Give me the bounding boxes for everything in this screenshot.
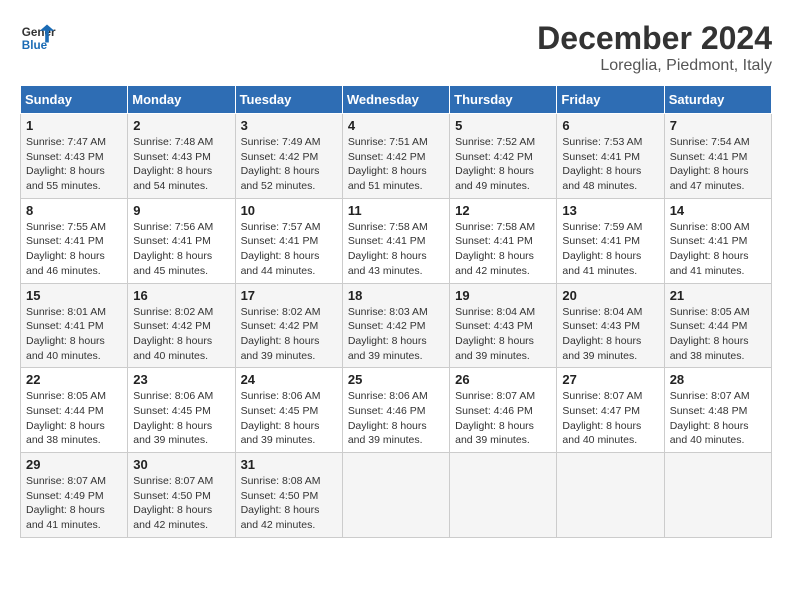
- header-sunday: Sunday: [21, 86, 128, 114]
- day-26: 26 Sunrise: 8:07 AMSunset: 4:46 PMDaylig…: [450, 368, 557, 453]
- calendar-table: Sunday Monday Tuesday Wednesday Thursday…: [20, 85, 772, 538]
- week-3: 15 Sunrise: 8:01 AMSunset: 4:41 PMDaylig…: [21, 283, 772, 368]
- week-1: 1 Sunrise: 7:47 AMSunset: 4:43 PMDayligh…: [21, 114, 772, 199]
- day-3: 3 Sunrise: 7:49 AMSunset: 4:42 PMDayligh…: [235, 114, 342, 199]
- day-18: 18 Sunrise: 8:03 AMSunset: 4:42 PMDaylig…: [342, 283, 449, 368]
- day-10: 10 Sunrise: 7:57 AMSunset: 4:41 PMDaylig…: [235, 198, 342, 283]
- header-wednesday: Wednesday: [342, 86, 449, 114]
- header-monday: Monday: [128, 86, 235, 114]
- day-19: 19 Sunrise: 8:04 AMSunset: 4:43 PMDaylig…: [450, 283, 557, 368]
- day-23: 23 Sunrise: 8:06 AMSunset: 4:45 PMDaylig…: [128, 368, 235, 453]
- title-area: December 2024 Loreglia, Piedmont, Italy: [537, 20, 772, 75]
- day-27: 27 Sunrise: 8:07 AMSunset: 4:47 PMDaylig…: [557, 368, 664, 453]
- day-12: 12 Sunrise: 7:58 AMSunset: 4:41 PMDaylig…: [450, 198, 557, 283]
- day-6: 6 Sunrise: 7:53 AMSunset: 4:41 PMDayligh…: [557, 114, 664, 199]
- day-5: 5 Sunrise: 7:52 AMSunset: 4:42 PMDayligh…: [450, 114, 557, 199]
- header-saturday: Saturday: [664, 86, 771, 114]
- calendar-header-row: Sunday Monday Tuesday Wednesday Thursday…: [21, 86, 772, 114]
- day-29: 29 Sunrise: 8:07 AMSunset: 4:49 PMDaylig…: [21, 453, 128, 538]
- week-4: 22 Sunrise: 8:05 AMSunset: 4:44 PMDaylig…: [21, 368, 772, 453]
- week-2: 8 Sunrise: 7:55 AMSunset: 4:41 PMDayligh…: [21, 198, 772, 283]
- day-13: 13 Sunrise: 7:59 AMSunset: 4:41 PMDaylig…: [557, 198, 664, 283]
- day-22: 22 Sunrise: 8:05 AMSunset: 4:44 PMDaylig…: [21, 368, 128, 453]
- day-21: 21 Sunrise: 8:05 AMSunset: 4:44 PMDaylig…: [664, 283, 771, 368]
- day-28: 28 Sunrise: 8:07 AMSunset: 4:48 PMDaylig…: [664, 368, 771, 453]
- day-9: 9 Sunrise: 7:56 AMSunset: 4:41 PMDayligh…: [128, 198, 235, 283]
- day-25: 25 Sunrise: 8:06 AMSunset: 4:46 PMDaylig…: [342, 368, 449, 453]
- day-2: 2 Sunrise: 7:48 AMSunset: 4:43 PMDayligh…: [128, 114, 235, 199]
- logo: General Blue: [20, 20, 56, 56]
- header-thursday: Thursday: [450, 86, 557, 114]
- svg-text:Blue: Blue: [22, 39, 48, 52]
- day-11: 11 Sunrise: 7:58 AMSunset: 4:41 PMDaylig…: [342, 198, 449, 283]
- week-5: 29 Sunrise: 8:07 AMSunset: 4:49 PMDaylig…: [21, 453, 772, 538]
- day-17: 17 Sunrise: 8:02 AMSunset: 4:42 PMDaylig…: [235, 283, 342, 368]
- day-15: 15 Sunrise: 8:01 AMSunset: 4:41 PMDaylig…: [21, 283, 128, 368]
- day-31: 31 Sunrise: 8:08 AMSunset: 4:50 PMDaylig…: [235, 453, 342, 538]
- page-title: December 2024: [537, 20, 772, 57]
- empty-cell-4: [664, 453, 771, 538]
- empty-cell-2: [450, 453, 557, 538]
- header: General Blue December 2024 Loreglia, Pie…: [20, 20, 772, 75]
- day-8: 8 Sunrise: 7:55 AMSunset: 4:41 PMDayligh…: [21, 198, 128, 283]
- empty-cell-3: [557, 453, 664, 538]
- day-20: 20 Sunrise: 8:04 AMSunset: 4:43 PMDaylig…: [557, 283, 664, 368]
- day-4: 4 Sunrise: 7:51 AMSunset: 4:42 PMDayligh…: [342, 114, 449, 199]
- day-1: 1 Sunrise: 7:47 AMSunset: 4:43 PMDayligh…: [21, 114, 128, 199]
- logo-icon: General Blue: [20, 20, 56, 56]
- header-friday: Friday: [557, 86, 664, 114]
- day-14: 14 Sunrise: 8:00 AMSunset: 4:41 PMDaylig…: [664, 198, 771, 283]
- day-30: 30 Sunrise: 8:07 AMSunset: 4:50 PMDaylig…: [128, 453, 235, 538]
- day-24: 24 Sunrise: 8:06 AMSunset: 4:45 PMDaylig…: [235, 368, 342, 453]
- day-16: 16 Sunrise: 8:02 AMSunset: 4:42 PMDaylig…: [128, 283, 235, 368]
- empty-cell-1: [342, 453, 449, 538]
- day-7: 7 Sunrise: 7:54 AMSunset: 4:41 PMDayligh…: [664, 114, 771, 199]
- header-tuesday: Tuesday: [235, 86, 342, 114]
- page-subtitle: Loreglia, Piedmont, Italy: [537, 57, 772, 75]
